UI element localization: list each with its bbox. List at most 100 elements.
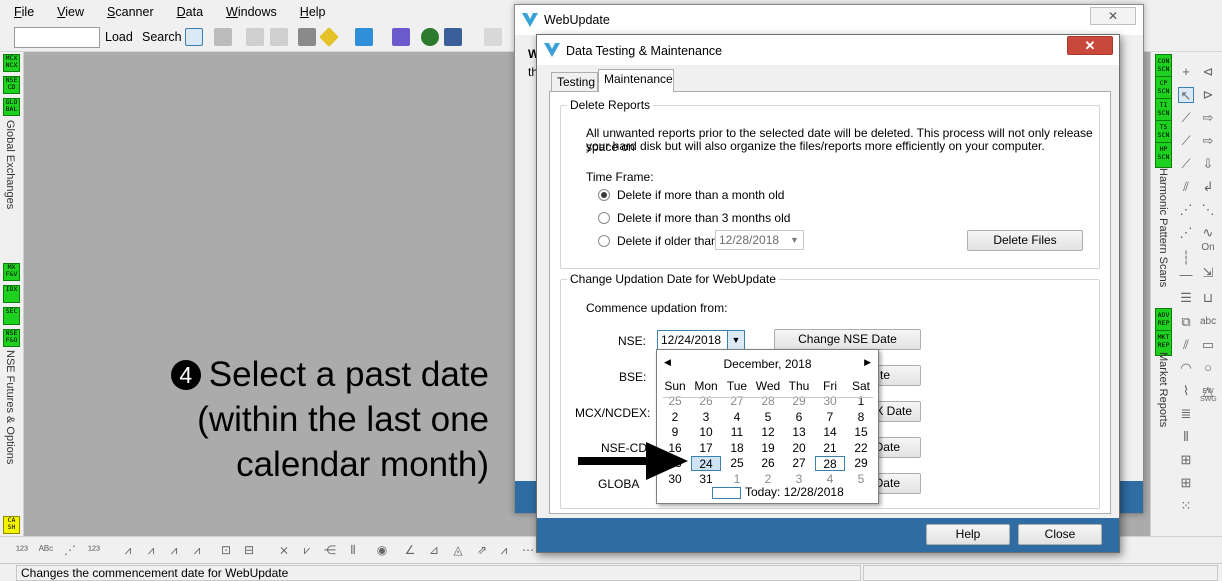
calendar-day-selected[interactable]: 24 [691, 456, 721, 471]
table-icon[interactable]: ⊞ [1178, 475, 1194, 491]
line-list-icon[interactable]: ☰ [1178, 290, 1194, 306]
horizontal-line-icon[interactable]: ― [1178, 267, 1194, 283]
calendar-day[interactable]: 19 [753, 441, 783, 456]
ruler-icon[interactable]: ⊿ [426, 543, 442, 557]
market-icon[interactable] [355, 28, 373, 46]
slope-icon[interactable]: ⩗ [299, 543, 315, 557]
label-icon[interactable]: ⊡ [218, 543, 234, 557]
next-month-icon[interactable]: ▶ [864, 357, 871, 368]
delete-files-button[interactable]: Delete Files [967, 230, 1083, 251]
tab-testing[interactable]: Testing [551, 72, 598, 92]
wave-abc-icon[interactable]: ᴬᴮᶜ [38, 543, 54, 557]
ew-swing-label[interactable]: EW SWG [1200, 388, 1217, 412]
idx-button[interactable]: IDX [3, 285, 20, 303]
arrow-icon[interactable]: ⇨ [1200, 110, 1216, 126]
pattern1-icon[interactable]: ⩘ [120, 543, 136, 557]
calendar-month-label[interactable]: December, 2018 [657, 357, 878, 371]
arrow-down-icon[interactable]: ⇩ [1200, 156, 1216, 172]
pitchfork-icon[interactable]: ⋱ [1200, 202, 1216, 218]
menu-data[interactable]: Data [177, 5, 203, 19]
grid-icon[interactable]: ⊞ [1178, 452, 1194, 468]
calendar-day[interactable]: 15 [846, 425, 876, 440]
close-button[interactable]: Close [1018, 524, 1102, 545]
help-button[interactable]: Help [926, 524, 1010, 545]
calendar-day[interactable]: 8 [846, 410, 876, 425]
up-arrow-icon[interactable]: ⇗ [474, 543, 490, 557]
window-icon[interactable] [444, 28, 462, 46]
menu-file[interactable]: File [14, 5, 34, 19]
parallel-icon[interactable]: ⫽ [1178, 179, 1194, 195]
calendar-day[interactable]: 3 [691, 410, 721, 425]
arc-icon[interactable]: ◠ [1178, 360, 1194, 376]
wave-pattern-icon[interactable]: ⋰ [62, 543, 78, 557]
pattern4-icon[interactable]: ⩘ [189, 543, 205, 557]
network-icon[interactable] [392, 28, 410, 46]
abc-tool-icon[interactable]: ⩘ [496, 543, 512, 557]
crosshair-icon[interactable]: + [1178, 64, 1194, 80]
data-icon[interactable] [298, 28, 316, 46]
calendar-day[interactable]: 5 [753, 410, 783, 425]
chart-type-icon[interactable] [185, 28, 203, 46]
change-nse-date-button[interactable]: Change NSE Date [774, 329, 921, 350]
radio-older-than[interactable] [598, 235, 610, 247]
cash-button[interactable]: CA SH [3, 516, 20, 534]
search-button[interactable]: Search [142, 30, 182, 44]
cycle-icon[interactable]: ⊔ [1200, 290, 1216, 306]
ellipse-icon[interactable]: ○ [1200, 360, 1216, 376]
dialog-close-icon[interactable]: ✕ [1067, 36, 1113, 55]
global-button[interactable]: GLO BAL [3, 98, 20, 116]
save-icon[interactable] [214, 28, 232, 46]
text-tool-label[interactable]: abc [1200, 314, 1216, 330]
cross-lines-icon[interactable]: ⨯ [276, 543, 292, 557]
calendar-day[interactable]: 22 [846, 441, 876, 456]
box-icon[interactable]: ⊟ [241, 543, 257, 557]
radio-older-than-label[interactable]: Delete if older than [617, 234, 718, 248]
ray-icon[interactable]: ⟋ [1178, 133, 1194, 149]
calendar-day[interactable]: 27 [784, 456, 814, 471]
calendar-day[interactable]: 11 [722, 425, 752, 440]
more-icon[interactable]: ⋯ [520, 543, 536, 557]
angle-icon[interactable]: ∠ [402, 543, 418, 557]
load-button[interactable]: Load [105, 30, 133, 44]
on-label[interactable]: On [1200, 240, 1216, 256]
fan-icon[interactable]: ⋰ [1178, 225, 1194, 241]
calendar-day[interactable]: 4 [722, 410, 752, 425]
vertical-line-icon[interactable]: ┆ [1178, 250, 1194, 266]
menu-scanner[interactable]: Scanner [107, 5, 154, 19]
select-arrow-icon[interactable]: ↖ [1178, 87, 1194, 103]
calendar-day[interactable]: 6 [784, 410, 814, 425]
print-icon[interactable] [246, 28, 264, 46]
nse-fo-button[interactable]: NSE F&O [3, 329, 20, 347]
calendar-day[interactable]: 26 [753, 456, 783, 471]
bars-small-icon[interactable]: ⫴ [345, 543, 361, 557]
calendar-day[interactable]: 17 [691, 441, 721, 456]
pattern3-icon[interactable]: ⩘ [166, 543, 182, 557]
fib-extension-icon[interactable]: ⫴ [1178, 429, 1194, 445]
radio-3months-old-label[interactable]: Delete if more than 3 months old [617, 211, 790, 225]
hp-scan-button[interactable]: HP SCN [1155, 142, 1172, 168]
calendar-day[interactable]: 14 [815, 425, 845, 440]
menu-windows[interactable]: Windows [226, 5, 277, 19]
hook-icon[interactable]: ↲ [1200, 179, 1216, 195]
calendar-day[interactable]: 7 [815, 410, 845, 425]
bars-icon[interactable]: ⧉ [1178, 314, 1194, 330]
pattern2-icon[interactable]: ⩘ [143, 543, 159, 557]
radio-month-old[interactable] [598, 189, 610, 201]
fan-lines-icon[interactable]: ⋲ [322, 543, 338, 557]
calendar-day[interactable]: 2 [660, 410, 690, 425]
tab-maintenance[interactable]: Maintenance [598, 69, 674, 92]
pointer-left-icon[interactable]: ⊲ [1200, 64, 1216, 80]
nse-date-picker[interactable]: 12/24/2018 ▼ [657, 330, 745, 350]
radio-month-old-label[interactable]: Delete if more than a month old [617, 188, 784, 202]
calendar-day[interactable]: 29 [846, 456, 876, 471]
calendar-day[interactable]: 28 [815, 456, 845, 471]
arrow-right-icon[interactable]: ⊳ [1200, 87, 1216, 103]
trendline-icon[interactable]: ⟋ [1178, 110, 1194, 126]
speed-icon[interactable]: ⌇ [1178, 383, 1194, 399]
print-preview-icon[interactable] [270, 28, 288, 46]
triangle-tool-icon[interactable]: ◬ [450, 543, 466, 557]
calendar-day[interactable]: 21 [815, 441, 845, 456]
calendar-day[interactable]: 12 [753, 425, 783, 440]
channel-icon[interactable]: ⟋ [1178, 156, 1194, 172]
fib-icon[interactable]: ≣ [1178, 406, 1194, 422]
